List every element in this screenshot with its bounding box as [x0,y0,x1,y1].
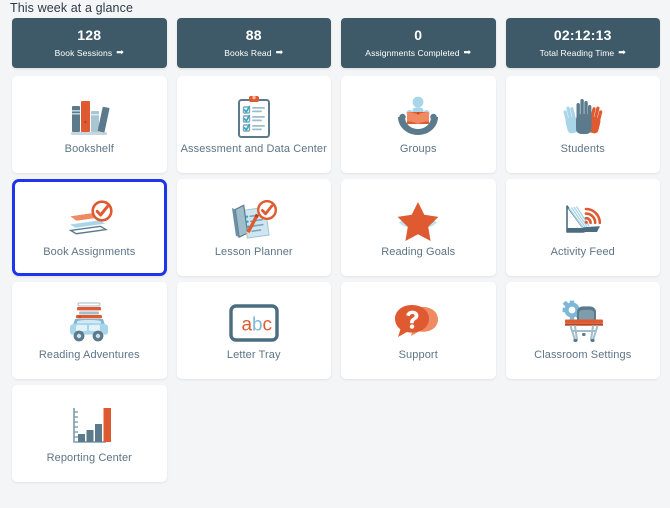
tile-label: Classroom Settings [534,348,632,361]
tile-lesson-planner[interactable]: Lesson Planner [176,179,331,276]
lesson-plan-check-icon [226,196,282,244]
stat-label-wrap: Books Read ➡ [224,48,283,58]
svg-text:c: c [262,314,272,335]
tile-support[interactable]: Support [341,282,496,379]
tile-label: Letter Tray [226,348,281,361]
question-chat-icon [390,299,446,347]
bar-chart-icon [61,402,117,450]
stat-value: 02:12:13 [553,27,612,44]
page-title: This week at a glance [10,1,133,15]
star-icon [390,196,446,244]
feature-tile-grid: Bookshelf Assessment and Data Center Gro… [12,76,660,482]
stat-value: 88 [245,27,262,44]
tile-label: Reading Adventures [38,348,140,361]
stat-label-wrap: Book Sessions ➡ [55,48,124,58]
tile-label: Book Assignments [43,245,136,258]
stat-value: 0 [414,27,423,44]
tile-students[interactable]: Students [505,76,660,173]
tile-label: Lesson Planner [214,245,293,258]
arrow-right-icon: ➡ [463,47,472,58]
svg-text:a: a [241,314,252,335]
tile-book-assignments[interactable]: Book Assignments [12,179,167,276]
tile-reporting-center[interactable]: Reporting Center [12,385,167,482]
books-check-icon [61,196,117,244]
svg-text:b: b [252,314,263,335]
tile-label: Reporting Center [46,451,132,464]
stat-label-wrap: Total Reading Time ➡ [540,48,626,58]
stat-card-books-read[interactable]: 88 Books Read ➡ [176,18,331,68]
group-reading-icon [390,93,446,141]
stat-label: Assignments Completed [365,47,460,58]
stat-card-total-reading-time[interactable]: 02:12:13 Total Reading Time ➡ [505,18,660,68]
tile-label: Support [398,348,438,361]
stats-row: 128 Book Sessions ➡ 88 Books Read ➡ 0 As… [12,18,660,68]
arrow-right-icon: ➡ [618,47,626,58]
desk-gear-icon [555,299,611,347]
stat-label: Books Read [224,47,272,58]
tile-label: Reading Goals [381,245,456,258]
abc-board-icon: a b c [226,299,282,347]
tile-letter-tray[interactable]: a b c Letter Tray [176,282,331,379]
arrow-right-icon: ➡ [116,47,124,58]
stat-label: Total Reading Time [539,47,615,58]
tile-activity-feed[interactable]: Activity Feed [505,179,660,276]
raised-hands-icon [555,93,611,141]
tile-classroom-settings[interactable]: Classroom Settings [505,282,660,379]
tile-reading-goals[interactable]: Reading Goals [341,179,496,276]
tile-assessment-and-data-center[interactable]: Assessment and Data Center [176,76,331,173]
stat-label: Book Sessions [54,47,113,58]
stat-card-book-sessions[interactable]: 128 Book Sessions ➡ [12,18,167,68]
tile-label: Activity Feed [550,245,615,258]
stat-card-assignments-completed[interactable]: 0 Assignments Completed ➡ [341,18,496,68]
book-car-icon [61,299,117,347]
tile-label: Groups [399,142,437,155]
arrow-right-icon: ➡ [275,47,284,58]
stat-label-wrap: Assignments Completed ➡ [365,48,471,58]
tile-label: Students [560,142,605,155]
clipboard-checklist-icon [226,93,282,141]
tile-label: Bookshelf [64,142,114,155]
tile-reading-adventures[interactable]: Reading Adventures [12,282,167,379]
stat-value: 128 [77,27,102,44]
bookshelf-icon [61,93,117,141]
tile-groups[interactable]: Groups [341,76,496,173]
tile-label: Assessment and Data Center [180,142,327,155]
book-rss-icon [555,196,611,244]
dashboard-page: This week at a glance 128 Book Sessions … [0,0,670,508]
tile-bookshelf[interactable]: Bookshelf [12,76,167,173]
